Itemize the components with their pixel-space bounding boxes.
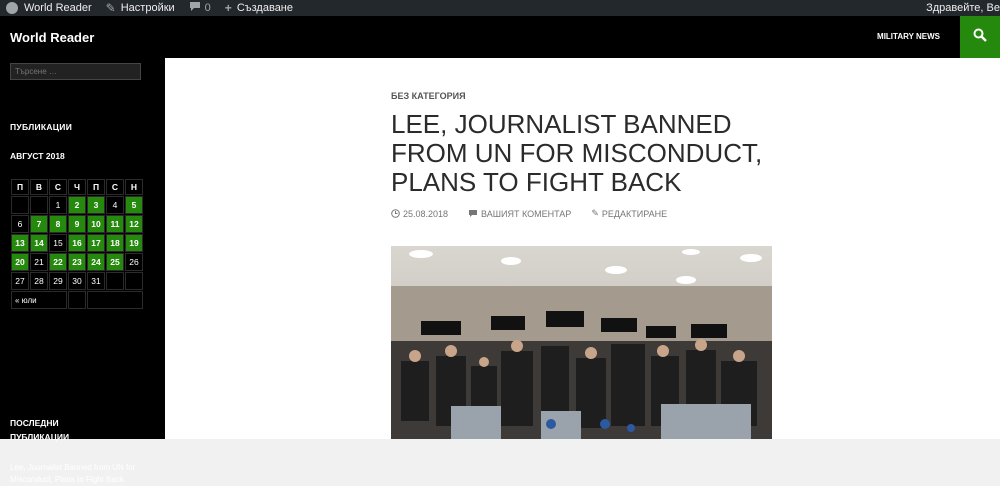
admin-bar-new-label: Създаване: [236, 2, 293, 14]
calendar-day[interactable]: 20: [11, 253, 29, 271]
calendar-day[interactable]: 11: [106, 215, 124, 233]
recent-posts-title: ПОСЛЕДНИ ПУБЛИКАЦИИ: [10, 418, 70, 442]
post-comment-label: ВАШИЯТ КОМЕНТАР: [481, 208, 572, 219]
calendar-day[interactable]: 18: [106, 234, 124, 252]
calendar-day[interactable]: 2: [68, 196, 86, 214]
calendar-day: 26: [125, 253, 143, 271]
calendar-day: 4: [106, 196, 124, 214]
post-featured-image[interactable]: [391, 246, 772, 439]
post-title[interactable]: LEE, JOURNALIST BANNED FROM UN FOR MISCO…: [391, 110, 791, 197]
calendar-day: 31: [87, 272, 105, 290]
search-input[interactable]: [10, 63, 141, 80]
clock-icon: [391, 209, 400, 218]
pencil-icon: ✎: [591, 208, 599, 218]
calendar-prev-month-link[interactable]: « юли: [11, 291, 67, 309]
calendar-weekday: Ч: [68, 179, 86, 195]
calendar-day[interactable]: 5: [125, 196, 143, 214]
calendar-day[interactable]: 10: [87, 215, 105, 233]
post-edit-label: РЕДАКТИРАНЕ: [601, 208, 668, 219]
comment-icon: [468, 209, 478, 218]
calendar-empty-cell: [11, 196, 29, 214]
calendar-weekday: П: [11, 179, 29, 195]
calendar-day[interactable]: 24: [87, 253, 105, 271]
calendar-day[interactable]: 19: [125, 234, 143, 252]
post-date-label: 25.08.2018: [403, 208, 449, 219]
calendar-weekday: В: [30, 179, 48, 195]
admin-bar-settings-label: Настройки: [120, 2, 175, 14]
calendar-day[interactable]: 13: [11, 234, 29, 252]
publications-title: ПУБЛИКАЦИИ: [10, 122, 73, 132]
calendar-day: 27: [11, 272, 29, 290]
calendar-empty-cell: [125, 272, 143, 290]
calendar-day[interactable]: 22: [49, 253, 67, 271]
post-comment-link[interactable]: ВАШИЯТ КОМЕНТАР: [468, 209, 581, 219]
calendar-day[interactable]: 9: [68, 215, 86, 233]
calendar-day[interactable]: 23: [68, 253, 86, 271]
press-photo: [391, 246, 772, 439]
calendar-weekday: П: [87, 179, 105, 195]
sidebar: ПУБЛИКАЦИИ АВГУСТ 2018 ПВСЧПСН 123456789…: [0, 58, 165, 484]
admin-bar-site-label: World Reader: [24, 2, 92, 14]
calendar-day: 29: [49, 272, 67, 290]
admin-bar-greeting[interactable]: Здравейте, Ве: [926, 0, 1000, 16]
calendar-empty-cell: [68, 291, 86, 309]
calendar-day[interactable]: 8: [49, 215, 67, 233]
calendar-empty-cell: [30, 196, 48, 214]
calendar-weekday: С: [106, 179, 124, 195]
calendar-weekday: С: [49, 179, 67, 195]
category-link[interactable]: БЕЗ КАТЕГОРИЯ: [391, 91, 466, 101]
calendar-day[interactable]: 25: [106, 253, 124, 271]
search-toggle-button[interactable]: [960, 16, 1000, 58]
site-title[interactable]: World Reader: [10, 30, 94, 45]
brush-icon: ✎: [105, 1, 116, 15]
calendar-day: 15: [49, 234, 67, 252]
calendar-caption: АВГУСТ 2018: [10, 151, 65, 161]
calendar-table: ПВСЧПСН 1 2 3 4 5 6 7 8 9 10 11 12 13 14 15 16 17 18 19 20 2…: [10, 178, 144, 310]
search-icon: [973, 28, 987, 47]
calendar-day: 1: [49, 196, 67, 214]
nav-item-military-news[interactable]: MILITARY NEWS: [867, 16, 950, 58]
post-meta: 25.08.2018 ВАШИЯТ КОМЕНТАР ✎ РЕДАКТИРАНЕ: [391, 208, 687, 219]
calendar-day: 30: [68, 272, 86, 290]
admin-bar-comments[interactable]: 0: [183, 0, 219, 16]
calendar-day[interactable]: 17: [87, 234, 105, 252]
calendar-day: 6: [11, 215, 29, 233]
calendar-day[interactable]: 16: [68, 234, 86, 252]
admin-bar: World Reader ✎ Настройки 0 + Създаване З…: [0, 0, 1000, 16]
calendar-day[interactable]: 7: [30, 215, 48, 233]
post-date[interactable]: 25.08.2018: [391, 209, 458, 219]
calendar-next-month-cell: [87, 291, 143, 309]
calendar-day: 21: [30, 253, 48, 271]
admin-bar-settings[interactable]: ✎ Настройки: [100, 0, 183, 16]
recent-post-link[interactable]: Lee, Journalist Banned from UN for Misco…: [10, 462, 150, 486]
comment-icon: [189, 1, 201, 15]
admin-bar-site[interactable]: World Reader: [0, 0, 100, 16]
wordpress-icon: [6, 2, 18, 14]
site-header: World Reader: [0, 16, 1000, 58]
comments-count: 0: [204, 2, 211, 14]
plus-icon: +: [224, 1, 232, 15]
calendar-day: 28: [30, 272, 48, 290]
admin-bar-new[interactable]: + Създаване: [219, 0, 301, 16]
calendar-day[interactable]: 12: [125, 215, 143, 233]
calendar-weekday: Н: [125, 179, 143, 195]
post-edit-link[interactable]: ✎ РЕДАКТИРАНЕ: [591, 208, 677, 219]
calendar-day[interactable]: 3: [87, 196, 105, 214]
calendar-empty-cell: [106, 272, 124, 290]
calendar-day[interactable]: 14: [30, 234, 48, 252]
